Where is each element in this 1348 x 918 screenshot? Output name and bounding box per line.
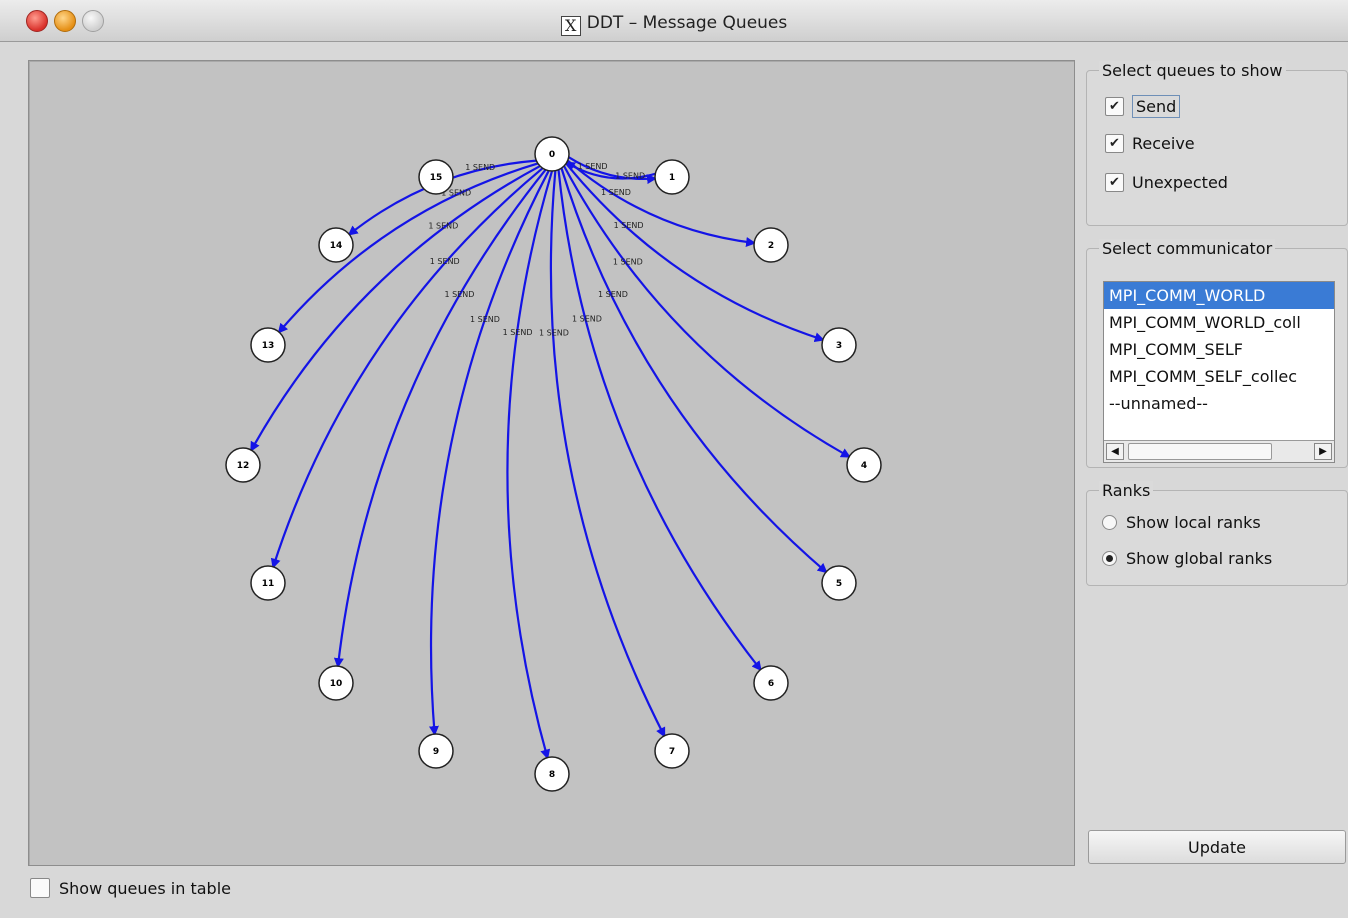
- unexpected-checkbox[interactable]: ✔: [1105, 173, 1124, 192]
- options-sidebar: Select queues to show ✔ Send ✔ Receive ✔…: [1086, 58, 1348, 918]
- update-button[interactable]: Update: [1088, 830, 1346, 864]
- receive-label: Receive: [1132, 134, 1195, 153]
- rank-node-label: 15: [430, 173, 443, 183]
- scroll-left-icon[interactable]: ◀: [1106, 443, 1124, 460]
- send-checkbox[interactable]: ✔: [1105, 97, 1124, 116]
- rank-node-label: 5: [836, 579, 842, 589]
- receive-checkbox-row[interactable]: ✔ Receive: [1105, 134, 1195, 153]
- graph-canvas[interactable]: 1 SEND1 SEND1 SEND1 SEND1 SEND1 SEND1 SE…: [29, 61, 1076, 867]
- edge-label: 1 SEND: [428, 222, 458, 231]
- rank-node-label: 4: [861, 461, 867, 471]
- queues-group-title: Select queues to show: [1099, 61, 1286, 80]
- edge-label: 1 SEND: [470, 315, 500, 324]
- send-label: Send: [1132, 95, 1181, 118]
- communicator-group-title: Select communicator: [1099, 239, 1276, 258]
- communicator-item[interactable]: --unnamed--: [1104, 390, 1334, 417]
- local-ranks-radio-row[interactable]: Show local ranks: [1102, 513, 1261, 532]
- communicator-item[interactable]: MPI_COMM_SELF: [1104, 336, 1334, 363]
- communicator-item[interactable]: MPI_COMM_WORLD: [1104, 282, 1334, 309]
- edge-label: 1 SEND: [615, 171, 645, 180]
- title-bar[interactable]: X DDT – Message Queues: [0, 0, 1348, 42]
- rank-node-label: 3: [836, 341, 842, 351]
- send-checkbox-row[interactable]: ✔ Send: [1105, 95, 1181, 118]
- receive-checkbox[interactable]: ✔: [1105, 134, 1124, 153]
- communicator-item[interactable]: MPI_COMM_WORLD_coll: [1104, 309, 1334, 336]
- rank-node-label: 7: [669, 747, 675, 757]
- unexpected-label: Unexpected: [1132, 173, 1228, 192]
- edge-label: 1 SEND: [598, 290, 628, 299]
- local-ranks-label: Show local ranks: [1126, 513, 1261, 532]
- edge-label: 1 SEND: [572, 315, 602, 324]
- rank-node-label: 8: [549, 770, 555, 780]
- rank-node-label: 6: [768, 679, 774, 689]
- horizontal-scrollbar[interactable]: ◀ ▶: [1104, 440, 1334, 462]
- edge-label: 1 SEND: [503, 328, 533, 337]
- scroll-right-icon[interactable]: ▶: [1314, 443, 1332, 460]
- edge-label: 1 SEND: [539, 328, 569, 337]
- communicator-group: Select communicator MPI_COMM_WORLD MPI_C…: [1086, 239, 1348, 468]
- rank-node-label: 12: [237, 461, 250, 471]
- edge-label: 1 SEND: [578, 162, 608, 171]
- x11-icon: X: [560, 16, 581, 36]
- communicator-list[interactable]: MPI_COMM_WORLD MPI_COMM_WORLD_coll MPI_C…: [1103, 281, 1335, 463]
- ranks-group-title: Ranks: [1099, 481, 1154, 500]
- message-queue-graph[interactable]: 1 SEND 1 SEND 1 SEND 1 SEND 1 SEND 1 SEND 1 SE…: [28, 60, 1075, 866]
- ranks-group: Ranks Show local ranks Show global ranks: [1086, 481, 1348, 586]
- rank-node-label: 9: [433, 747, 439, 757]
- unexpected-checkbox-row[interactable]: ✔ Unexpected: [1105, 173, 1228, 192]
- rank-node-label: 1: [669, 173, 675, 183]
- radio-selected-dot: [1106, 555, 1113, 562]
- edge-label: 1 SEND: [601, 188, 631, 197]
- window-title: DDT – Message Queues: [586, 13, 788, 33]
- edge-label: 1 SEND: [614, 221, 644, 230]
- show-queues-in-table-row[interactable]: Show queues in table: [30, 878, 231, 898]
- edge-label: 1 SEND: [444, 290, 474, 299]
- edge-label: 1 SEND: [430, 257, 460, 266]
- edge-label: 1 SEND: [613, 257, 643, 266]
- rank-node-label: 14: [330, 241, 343, 251]
- show-queues-in-table-label: Show queues in table: [59, 878, 231, 898]
- edge-label: 1 SEND: [465, 163, 495, 172]
- message-queues-window: X DDT – Message Queues 1 SEND 1 SEND 1 SEND…: [0, 0, 1348, 918]
- rank-node-label: 0: [549, 150, 555, 160]
- global-ranks-label: Show global ranks: [1126, 549, 1273, 568]
- rank-node-label: 13: [262, 341, 275, 351]
- scroll-thumb[interactable]: [1128, 443, 1272, 460]
- window-title-wrap: X DDT – Message Queues: [0, 13, 1348, 36]
- rank-node-label: 10: [330, 679, 343, 689]
- rank-node-label: 2: [768, 241, 774, 251]
- local-ranks-radio[interactable]: [1102, 515, 1117, 530]
- show-queues-in-table-checkbox[interactable]: [30, 878, 50, 898]
- rank-node-label: 11: [262, 579, 275, 589]
- global-ranks-radio[interactable]: [1102, 551, 1117, 566]
- message-edge-0-7[interactable]: [549, 170, 666, 738]
- global-ranks-radio-row[interactable]: Show global ranks: [1102, 549, 1272, 568]
- message-edge-0-8[interactable]: [506, 170, 554, 760]
- queues-group: Select queues to show ✔ Send ✔ Receive ✔…: [1086, 61, 1348, 226]
- communicator-item[interactable]: MPI_COMM_SELF_collec: [1104, 363, 1334, 390]
